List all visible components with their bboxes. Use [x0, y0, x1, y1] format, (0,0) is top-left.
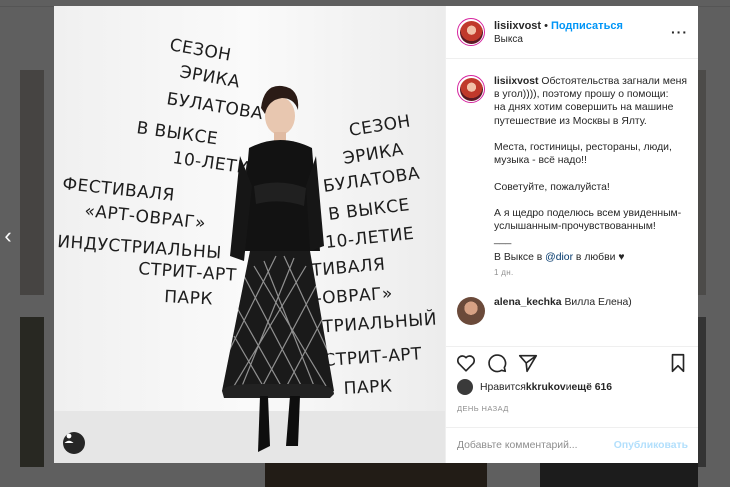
left-wall-text-line: ПАРК	[164, 287, 214, 310]
post-header: lisiixvost • Подписаться Выкса ···	[446, 6, 698, 59]
caption-text: lisiixvost Обстоятельства загнали меня в…	[494, 75, 688, 279]
share-icon[interactable]	[517, 352, 539, 374]
follow-button[interactable]: Подписаться	[551, 20, 623, 32]
caption-paragraph: А я щедро поделюсь всем увиденным-услыша…	[494, 207, 682, 246]
add-comment-form: Опубликовать	[446, 427, 698, 463]
heart-icon[interactable]	[455, 352, 477, 374]
comment-item: alena_kechka Вилла Елена)	[457, 297, 688, 325]
more-options-icon[interactable]: ···	[671, 24, 688, 40]
comment-icon[interactable]	[486, 352, 508, 374]
comments-list[interactable]: lisiixvost Обстоятельства загнали меня в…	[446, 59, 698, 346]
user-tag-icon[interactable]	[63, 432, 85, 454]
caption-author-avatar[interactable]	[457, 75, 485, 103]
action-bar	[446, 346, 698, 378]
caption-last-prefix: В Выксе в	[494, 251, 546, 263]
liker-username[interactable]: kkrukov	[526, 382, 566, 393]
caption-username[interactable]: lisiixvost	[494, 76, 538, 87]
previous-post-chevron-left-icon[interactable]: ‹	[0, 225, 16, 247]
comment-text: Вилла Елена)	[564, 297, 632, 308]
author-username[interactable]: lisiixvost	[494, 20, 541, 32]
commenter-avatar[interactable]	[457, 297, 485, 325]
post-photo[interactable]: СЕЗОН ЭРИКА БУЛАТОВА В ВЫКСЕ 10-ЛЕТИЕ ФЕСТИВА…	[54, 6, 445, 463]
separator-dot: •	[544, 19, 548, 32]
likes-count[interactable]: ещё 616	[572, 382, 613, 393]
liker-avatar[interactable]	[457, 379, 473, 395]
caption-last-suffix: в любви ♥	[573, 251, 625, 263]
post-timestamp[interactable]: ДЕНЬ НАЗАД	[457, 404, 509, 413]
photo-illustration: СЕЗОНЭРИКАБУЛАТОВАВ ВЫКСЕ10-ЛЕТИЕФЕСТИВА…	[54, 6, 445, 463]
publish-button[interactable]: Опубликовать	[614, 440, 688, 451]
comment-input[interactable]	[457, 440, 614, 451]
post-location[interactable]: Выкса	[494, 33, 671, 47]
caption-paragraph: Места, гостиницы, рестораны, люди, музык…	[494, 142, 672, 167]
caption-paragraph: Советуйте, пожалуйста!	[494, 181, 610, 193]
post-side-panel: lisiixvost • Подписаться Выкса ··· lisiixv…	[445, 6, 698, 463]
mention-link[interactable]: @dior	[545, 252, 573, 263]
caption: lisiixvost Обстоятельства загнали меня в…	[457, 75, 688, 279]
likes-summary: Нравится kkrukov и ещё 616	[457, 379, 688, 395]
likes-prefix: Нравится	[480, 381, 526, 393]
author-avatar[interactable]	[457, 18, 485, 46]
post-modal: СЕЗОН ЭРИКА БУЛАТОВА В ВЫКСЕ 10-ЛЕТИЕ ФЕСТИВА…	[54, 6, 698, 463]
right-wall-text-line: ПАРК	[343, 376, 393, 399]
commenter-username[interactable]: alena_kechka	[494, 297, 562, 308]
bookmark-icon[interactable]	[667, 352, 689, 374]
caption-age: 1 дн.	[494, 267, 514, 277]
